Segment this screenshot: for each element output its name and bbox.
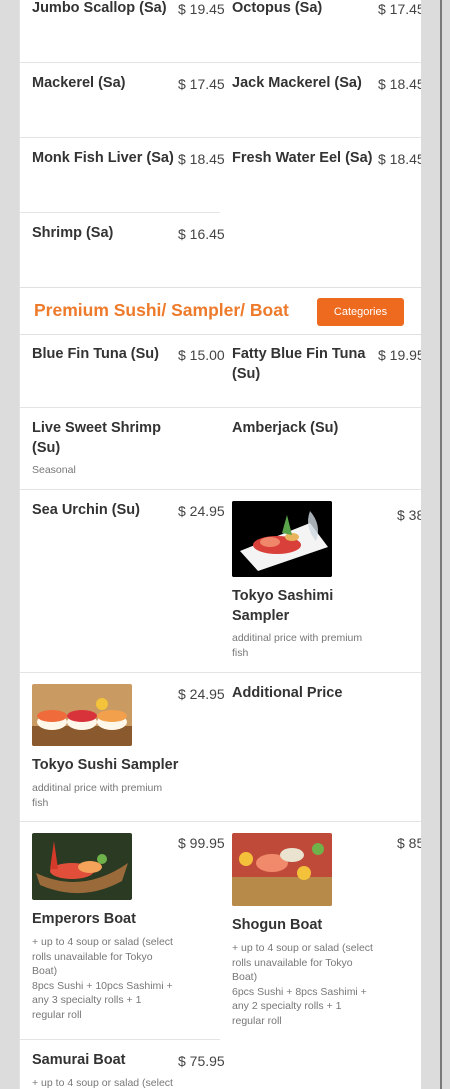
menu-item-jack-mackerel[interactable]: Jack Mackerel (Sa) $ 18.45 — [220, 63, 421, 137]
menu-panel: Jumbo Scallop (Sa) $ 19.45 Octopus (Sa) … — [19, 0, 421, 1089]
sashimi-plate-image — [232, 501, 332, 577]
item-description: + up to 4 soup or salad (select rolls un… — [232, 942, 373, 1027]
item-price: $ 19.95 — [378, 347, 421, 363]
section-title: Premium Sushi/ Sampler/ Boat — [34, 300, 289, 320]
item-price: $ 85.95 — [397, 835, 421, 851]
item-name: Jack Mackerel (Sa) — [232, 75, 362, 91]
item-name: Live Sweet Shrimp (Su) — [32, 420, 161, 456]
item-description: additinal price with premium fish — [232, 632, 363, 659]
item-name: Sea Urchin (Su) — [32, 502, 140, 518]
item-description: + up to 4 soup or salad (select — [32, 1077, 173, 1089]
categories-button[interactable]: Categories — [317, 298, 404, 326]
item-name: Jumbo Scallop (Sa) — [32, 0, 167, 16]
item-name: Emperors Boat — [32, 911, 136, 927]
menu-item-jumbo-scallop[interactable]: Jumbo Scallop (Sa) $ 19.45 — [20, 0, 225, 62]
sushi-sampler-graphic — [32, 684, 132, 746]
menu-item-live-sweet-shrimp[interactable]: Live Sweet Shrimp (Su) Seasonal — [20, 408, 220, 489]
item-name: Samurai Boat — [32, 1052, 126, 1068]
menu-item-amberjack[interactable]: Amberjack (Su) — [220, 408, 420, 489]
item-name: Monk Fish Liver (Sa) — [32, 150, 174, 166]
item-description: Seasonal — [32, 464, 76, 476]
item-price: $ 16.45 — [178, 226, 225, 242]
menu-item-fatty-blue-fin-tuna[interactable]: Fatty Blue Fin Tuna (Su) $ 19.95 — [220, 334, 421, 407]
sushi-sampler-image — [32, 684, 132, 746]
item-name: Additional Price — [232, 685, 343, 701]
menu-item-octopus[interactable]: Octopus (Sa) $ 17.45 — [220, 0, 421, 62]
menu-item-monk-fish-liver[interactable]: Monk Fish Liver (Sa) $ 18.45 — [20, 138, 225, 212]
menu-item-shrimp[interactable]: Shrimp (Sa) $ 16.45 — [20, 213, 225, 287]
item-description: + up to 4 soup or salad (select rolls un… — [32, 936, 173, 1021]
item-name: Blue Fin Tuna (Su) — [32, 346, 159, 362]
emperor-boat-graphic — [32, 833, 132, 900]
item-name: Octopus (Sa) — [232, 0, 323, 16]
item-name: Tokyo Sashimi Sampler — [232, 588, 334, 624]
item-price: $ 38.95 — [397, 507, 421, 523]
menu-item-emperors-boat[interactable]: $ 99.95 Emperors Boat + up to 4 soup or … — [20, 822, 225, 1039]
item-name: Fatty Blue Fin Tuna (Su) — [232, 346, 366, 382]
item-name: Amberjack (Su) — [232, 420, 339, 436]
menu-item-fresh-water-eel[interactable]: Fresh Water Eel (Sa) $ 18.45 — [220, 138, 421, 212]
item-price: $ 18.45 — [378, 76, 421, 92]
sashimi-plate-graphic — [232, 501, 332, 577]
menu-item-sea-urchin[interactable]: Sea Urchin (Su) $ 24.95 — [20, 490, 225, 672]
menu-item-shogun-boat[interactable]: $ 85.95 Shogun Boat + up to 4 soup or sa… — [220, 822, 421, 1089]
shogun-boat-image — [232, 833, 332, 906]
scroll-edge — [440, 0, 442, 1089]
item-price: $ 17.45 — [378, 1, 421, 17]
menu-item-blue-fin-tuna[interactable]: Blue Fin Tuna (Su) $ 15.00 — [20, 334, 225, 407]
item-description: additinal price with premium fish — [32, 782, 163, 809]
emperor-boat-image — [32, 833, 132, 900]
item-price: $ 18.45 — [378, 151, 421, 167]
menu-item-additional-price[interactable]: Additional Price — [220, 673, 420, 821]
item-name: Fresh Water Eel (Sa) — [232, 150, 373, 166]
menu-item-mackerel[interactable]: Mackerel (Sa) $ 17.45 — [20, 63, 225, 137]
item-price: $ 75.95 — [178, 1053, 225, 1069]
item-name: Shogun Boat — [232, 917, 323, 933]
item-name: Mackerel (Sa) — [32, 75, 126, 91]
section-header: Premium Sushi/ Sampler/ Boat Categories — [20, 287, 421, 335]
item-name: Tokyo Sushi Sampler — [32, 757, 179, 773]
shogun-boat-graphic — [232, 833, 332, 906]
menu-item-tokyo-sashimi-sampler[interactable]: $ 38.95 Tokyo Sashimi Sampler additinal … — [220, 490, 421, 672]
menu-item-samurai-boat[interactable]: Samurai Boat $ 75.95 + up to 4 soup or s… — [20, 1040, 225, 1089]
menu-item-tokyo-sushi-sampler[interactable]: $ 24.95 Tokyo Sushi Sampler additinal pr… — [20, 673, 225, 821]
item-name: Shrimp (Sa) — [32, 225, 114, 241]
